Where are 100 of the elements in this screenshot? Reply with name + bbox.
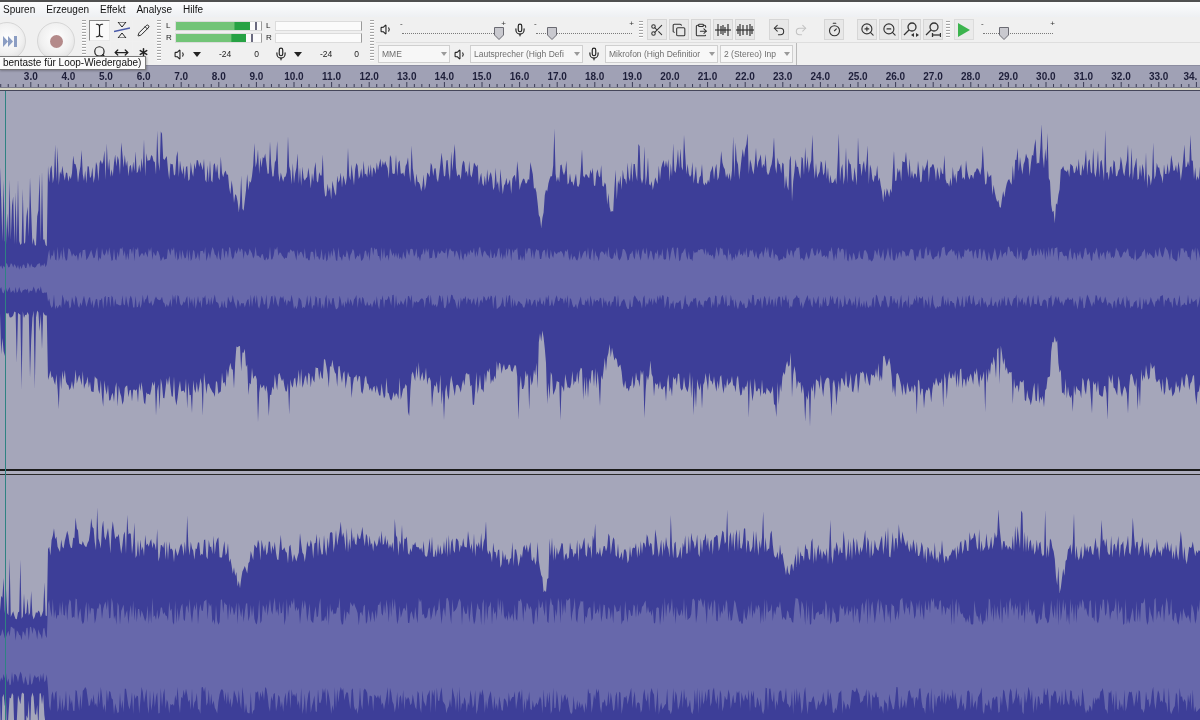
selection-tool-button[interactable]: [89, 19, 110, 41]
waveform-gap-icon: [736, 22, 754, 37]
ruler-label: 24.0: [810, 71, 830, 82]
channel-label: L: [266, 20, 272, 31]
microphone-icon: [274, 47, 288, 61]
silence-button[interactable]: [735, 19, 755, 40]
ruler-label: 16.0: [509, 71, 530, 82]
ruler-label: 15.0: [472, 71, 492, 82]
envelope-tool-icon: [113, 22, 130, 38]
input-device-dropdown[interactable]: Mikrofon (High Definitior: [605, 45, 718, 63]
speaker-icon: [174, 47, 187, 61]
channel-label: R: [166, 32, 173, 43]
meter-scale-label: 0: [254, 49, 259, 59]
ruler-label: 4.0: [61, 71, 76, 82]
ruler-label: 8.0: [211, 71, 226, 82]
ruler-label: 27.0: [923, 71, 943, 82]
input-volume-slider[interactable]: - +: [531, 18, 637, 41]
ruler-label: 5.0: [99, 71, 113, 82]
ruler-label: 19.0: [622, 71, 643, 82]
slider-thumb[interactable]: [493, 26, 504, 40]
copy-button[interactable]: [669, 19, 689, 40]
undo-button[interactable]: [769, 19, 789, 40]
meter-scale-label: 0: [354, 49, 359, 59]
output-device-dropdown[interactable]: Lautsprecher (High Defi: [470, 45, 583, 63]
slider-thumb[interactable]: [547, 26, 558, 40]
audio-host-dropdown[interactable]: MME: [378, 45, 450, 63]
ruler-label: 25.0: [848, 71, 868, 82]
undo-icon: [772, 22, 786, 37]
record-icon: [49, 34, 63, 48]
caret-icon: [709, 52, 715, 56]
toolbar-grip[interactable]: [639, 20, 643, 39]
slider-min-label: -: [981, 18, 984, 28]
speaker-icon: [454, 47, 467, 61]
ruler-label: 23.0: [772, 71, 793, 82]
meter-scale-label: -24: [219, 49, 232, 59]
input-channels-dropdown[interactable]: 2 (Stereo) Inp: [720, 45, 793, 63]
microphone-icon: [587, 47, 601, 61]
copy-icon: [672, 22, 686, 37]
scissors-icon: [650, 22, 664, 37]
meter-scale-label: -24: [320, 49, 333, 59]
ruler-label: 12.0: [359, 71, 379, 82]
ruler-label: 7.0: [174, 71, 189, 82]
ruler-label: 11.0: [322, 71, 341, 82]
ruler-label: 6.0: [136, 71, 151, 82]
ruler-label: 34.: [1183, 71, 1198, 82]
ruler-label: 17.0: [547, 71, 567, 82]
waveform-brackets-icon: [715, 22, 731, 37]
slider-max-label: +: [629, 18, 634, 28]
fit-project-button[interactable]: [923, 19, 943, 40]
redo-icon: [794, 22, 808, 37]
ruler-label: 22.0: [735, 71, 755, 82]
ruler-label: 31.0: [1073, 71, 1094, 82]
channel-label: L: [166, 20, 172, 31]
ruler-label: 14.0: [434, 71, 455, 82]
ruler-label: 26.0: [885, 71, 906, 82]
playback-speed-slider[interactable]: - +: [978, 18, 1058, 41]
magnifier-arrows-icon: [903, 21, 919, 38]
menu-item[interactable]: Spuren: [3, 3, 36, 16]
ruler-label: 33.0: [1148, 71, 1169, 82]
menu-item[interactable]: Effekt: [100, 3, 126, 16]
ruler-label: 30.0: [1036, 71, 1056, 82]
microphone-icon: [513, 22, 527, 37]
slider-max-label: +: [501, 18, 506, 28]
stopwatch-icon: [826, 22, 842, 37]
toolbar-grip[interactable]: [946, 20, 950, 39]
channel-label: R: [266, 32, 273, 43]
tooltip: bentaste für Loop-Wiedergabe): [0, 56, 147, 70]
menu-item[interactable]: Hilfe: [183, 3, 204, 16]
ruler-label: 3.0: [23, 71, 38, 82]
menu-item[interactable]: Erzeugen: [46, 3, 90, 16]
slider-min-label: -: [400, 18, 403, 28]
magnifier-bar-icon: [925, 21, 941, 38]
ruler-label: 13.0: [397, 71, 417, 82]
magnifier-icon: [92, 45, 107, 59]
ruler-label: 10.0: [284, 71, 304, 82]
menu-item[interactable]: Analyse: [136, 3, 173, 16]
skip-end-icon: [3, 35, 17, 47]
play-icon: [958, 22, 970, 37]
trim-button[interactable]: [713, 19, 733, 40]
output-volume-slider[interactable]: - +: [397, 18, 509, 41]
toolbar-grip[interactable]: [157, 20, 161, 62]
caret-icon: [441, 52, 447, 56]
speaker-icon: [380, 23, 393, 36]
zoom-in-button[interactable]: [857, 19, 877, 40]
ruler-label: 20.0: [660, 71, 680, 82]
caret-icon: [192, 51, 201, 57]
ruler-label: 21.0: [697, 71, 718, 82]
slider-thumb[interactable]: [999, 26, 1009, 40]
fit-selection-button[interactable]: [901, 19, 921, 40]
paste-button[interactable]: [691, 19, 711, 40]
pencil-icon: [137, 23, 150, 37]
toolbar-grip[interactable]: [370, 20, 374, 62]
ruler-label: 9.0: [249, 71, 264, 82]
sync-lock-button[interactable]: [824, 19, 844, 40]
slider-max-label: +: [1050, 18, 1055, 28]
cut-button[interactable]: [647, 19, 667, 40]
zoom-out-button[interactable]: [879, 19, 899, 40]
clipboard-icon: [694, 22, 708, 37]
caret-icon: [574, 52, 580, 56]
caret-icon: [293, 51, 302, 57]
